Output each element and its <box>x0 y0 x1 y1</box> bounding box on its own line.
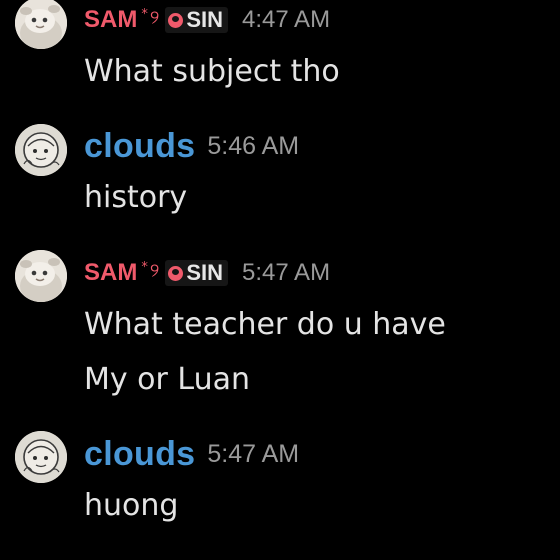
message-content: huong <box>84 488 179 523</box>
username[interactable]: clouds <box>84 435 195 474</box>
message-group: clouds 5:47 AM huong <box>0 0 560 540</box>
timestamp[interactable]: 5:47 AM <box>207 440 299 469</box>
message-header: clouds 5:47 AM <box>84 434 299 474</box>
sketch-avatar-icon <box>15 431 67 483</box>
avatar-clouds[interactable] <box>15 431 67 483</box>
